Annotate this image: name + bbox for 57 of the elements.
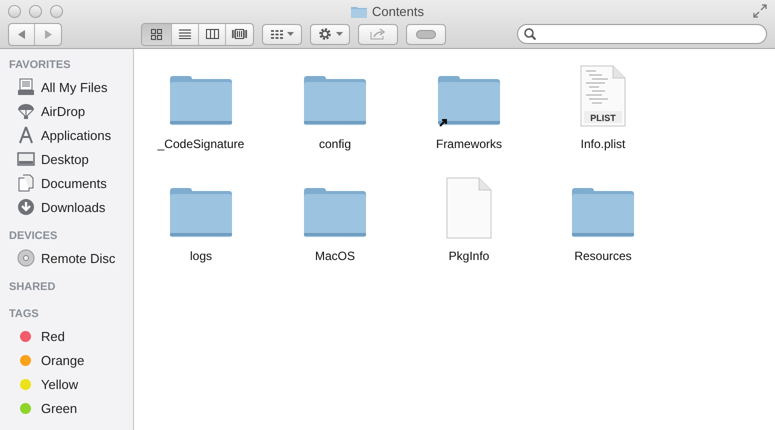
file-name[interactable]: PkgInfo xyxy=(448,249,490,263)
share-icon xyxy=(370,28,386,40)
gear-icon xyxy=(318,27,332,41)
caret-icon xyxy=(336,32,342,36)
file-name[interactable]: Resources xyxy=(574,249,632,263)
zoom-button[interactable] xyxy=(50,5,63,18)
compass-a-icon xyxy=(17,126,35,144)
blank-file-icon xyxy=(446,177,492,239)
file-name[interactable]: _CodeSignature xyxy=(158,137,244,151)
columns-icon xyxy=(206,29,218,39)
sidebar-section-title: DEVICES xyxy=(8,229,58,244)
sidebar-item[interactable]: Orange xyxy=(41,352,84,368)
sidebar-section-title: SHARED xyxy=(8,280,56,295)
download-icon xyxy=(17,198,35,216)
sidebar-item[interactable]: Documents xyxy=(41,176,107,190)
sidebar-item[interactable]: Desktop xyxy=(41,152,89,166)
tag-pill-icon xyxy=(416,30,436,38)
grid-icon xyxy=(270,30,282,38)
search-icon xyxy=(524,28,536,40)
plist-file-icon: PLIST xyxy=(580,65,626,127)
close-button[interactable] xyxy=(8,5,21,18)
desktop-icon xyxy=(17,150,35,168)
action-button[interactable] xyxy=(310,24,350,44)
folder-icon xyxy=(350,4,367,18)
sidebar-item[interactable]: Applications xyxy=(41,128,112,142)
list-icon xyxy=(179,29,191,39)
back-arrow-icon xyxy=(18,30,26,38)
disc-icon xyxy=(17,249,35,267)
minimize-button[interactable] xyxy=(29,5,42,18)
file-name[interactable]: Info.plist xyxy=(580,137,626,151)
cover-flow-icon xyxy=(232,29,247,39)
documents-icon xyxy=(17,174,35,192)
file-name[interactable]: Frameworks xyxy=(436,137,502,151)
stacked-files-icon xyxy=(17,78,35,96)
icon-grid-icon xyxy=(151,28,162,40)
tags-button[interactable] xyxy=(406,24,446,44)
sidebar-item[interactable]: Yellow xyxy=(41,376,78,392)
arrange-button[interactable] xyxy=(262,24,302,44)
fullscreen-icon[interactable] xyxy=(753,4,767,18)
view-mode-button[interactable] xyxy=(142,24,172,44)
sidebar-item[interactable]: Remote Disc xyxy=(41,250,116,266)
sidebar-item[interactable]: Green xyxy=(41,400,78,416)
share-button[interactable] xyxy=(358,24,398,44)
caret-icon xyxy=(286,32,294,36)
sidebar-section-title: FAVORITES xyxy=(8,58,72,73)
file-name[interactable]: config xyxy=(318,137,352,151)
parachute-icon xyxy=(17,102,35,120)
sidebar-item[interactable]: Downloads xyxy=(41,200,106,214)
file-name[interactable]: MacOS xyxy=(314,249,355,263)
forward-arrow-icon xyxy=(44,30,52,38)
sidebar-item[interactable]: All My Files xyxy=(41,80,108,94)
sidebar-section-title: TAGS xyxy=(8,307,40,322)
search-field[interactable] xyxy=(517,24,767,44)
window-title: Contents xyxy=(372,4,424,18)
sidebar-item[interactable]: Red xyxy=(41,328,65,344)
sidebar-item[interactable]: AirDrop xyxy=(41,104,86,118)
file-name[interactable]: logs xyxy=(190,249,212,263)
